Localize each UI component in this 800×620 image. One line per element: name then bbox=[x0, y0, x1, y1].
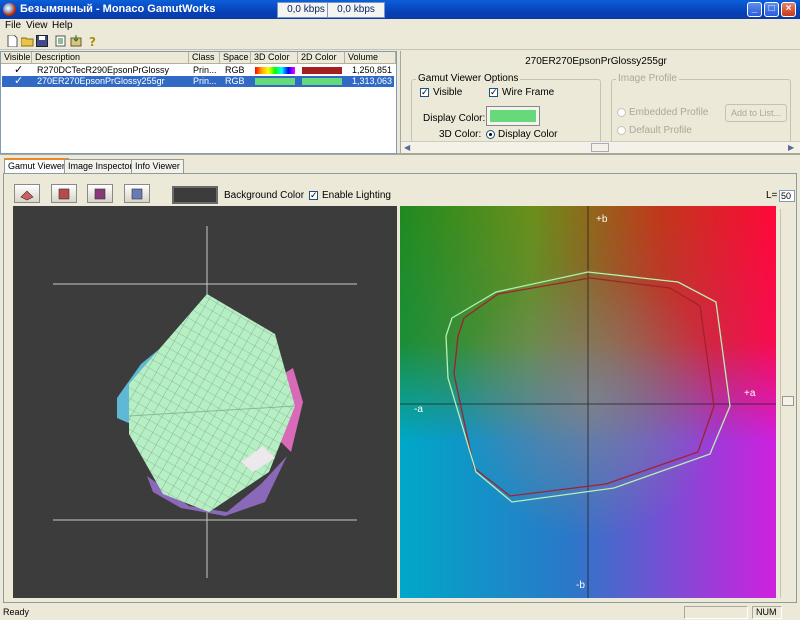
gamut-3d-solid[interactable] bbox=[13, 206, 397, 598]
col-header-class[interactable]: Class bbox=[189, 52, 220, 64]
color3d-label: 3D Color: bbox=[439, 129, 482, 140]
toolbar: ? bbox=[0, 34, 800, 50]
add-to-list-button[interactable]: Add to List... bbox=[725, 104, 787, 122]
maximize-button[interactable]: □ bbox=[764, 2, 779, 17]
wireframe-label: Wire Frame bbox=[502, 87, 555, 98]
axis-minus-a-label: -a bbox=[414, 404, 423, 415]
save-icon[interactable] bbox=[35, 35, 49, 48]
default-profile-label: Default Profile bbox=[629, 125, 692, 136]
embedded-profile-radio[interactable] bbox=[617, 108, 626, 117]
options-pane: 270ER270EpsonPrGlossy255gr Gamut Viewer … bbox=[400, 51, 800, 154]
menu-bar: File View Help bbox=[0, 19, 800, 34]
horizontal-scrollbar[interactable]: ◀ ▶ bbox=[401, 141, 800, 153]
wireframe-checkbox[interactable]: ✓ bbox=[489, 88, 498, 97]
default-profile-radio[interactable] bbox=[617, 126, 626, 135]
visible-label: Visible bbox=[433, 87, 463, 98]
gamut-viewer-options-title: Gamut Viewer Options bbox=[416, 73, 521, 84]
row-space: RGB bbox=[225, 65, 245, 75]
axis-plus-b-label: +b bbox=[596, 214, 608, 225]
gamut-3d-view[interactable] bbox=[13, 206, 397, 598]
properties-icon[interactable] bbox=[54, 35, 68, 48]
tab-bar: Gamut Viewer Image Inspector Info Viewer bbox=[0, 158, 800, 173]
background-color-swatch[interactable] bbox=[172, 186, 218, 204]
open-folder-icon[interactable] bbox=[20, 35, 34, 48]
close-button[interactable]: × bbox=[781, 2, 796, 17]
display-color-swatch bbox=[490, 110, 536, 122]
l-label: L= bbox=[766, 190, 778, 201]
row-volume: 1,250,851 bbox=[352, 65, 393, 75]
new-file-icon[interactable] bbox=[5, 34, 19, 48]
gamut-viewer-panel: Background Color ✓ Enable Lighting L= 50 bbox=[3, 173, 797, 603]
row-2d-color-swatch bbox=[302, 78, 342, 85]
gamut-2d-slice[interactable] bbox=[400, 206, 776, 598]
scroll-left-icon[interactable]: ◀ bbox=[404, 143, 410, 152]
enable-lighting-label: Enable Lighting bbox=[322, 190, 391, 201]
menu-file[interactable]: File bbox=[5, 20, 21, 31]
selected-profile-name: 270ER270EpsonPrGlossy255gr bbox=[525, 56, 667, 67]
tab-info-viewer[interactable]: Info Viewer bbox=[131, 159, 184, 173]
view-top-icon[interactable] bbox=[124, 184, 150, 203]
col-header-space[interactable]: Space bbox=[220, 52, 251, 64]
row-volume: 1,313,063 bbox=[352, 76, 393, 86]
top-panel: Visible Description Class Space 3D Color… bbox=[0, 51, 800, 155]
col-header-2d-color[interactable]: 2D Color bbox=[298, 52, 345, 64]
visible-checkbox[interactable]: ✓ bbox=[420, 88, 429, 97]
col-header-description[interactable]: Description bbox=[32, 52, 189, 64]
tab-image-inspector[interactable]: Image Inspector bbox=[64, 159, 137, 173]
table-row[interactable]: ✓ 270ER270EpsonPrGlossy255gr Prin... RGB… bbox=[2, 76, 394, 87]
visible-check-icon[interactable]: ✓ bbox=[14, 65, 23, 75]
net-out-indicator: 0,0 kbps bbox=[327, 2, 385, 18]
window-title: Безымянный - Monaco GamutWorks bbox=[20, 3, 216, 15]
axis-plus-a-label: +a bbox=[744, 388, 756, 399]
row-description: R270DCTecR290EpsonPrGlossy bbox=[37, 65, 170, 75]
l-slider-thumb[interactable] bbox=[782, 396, 794, 406]
profile-list[interactable]: Visible Description Class Space 3D Color… bbox=[0, 51, 397, 154]
row-description: 270ER270EpsonPrGlossy255gr bbox=[37, 76, 165, 86]
row-2d-color-swatch bbox=[302, 67, 342, 74]
l-value-input[interactable]: 50 bbox=[779, 190, 795, 202]
svg-text:?: ? bbox=[89, 35, 96, 47]
row-3d-color-swatch bbox=[255, 78, 295, 85]
menu-view[interactable]: View bbox=[26, 20, 48, 31]
col-header-3d-color[interactable]: 3D Color bbox=[251, 52, 298, 64]
scroll-right-icon[interactable]: ▶ bbox=[788, 143, 794, 152]
display-color-option: Display Color bbox=[498, 129, 558, 140]
title-bar: Безымянный - Monaco GamutWorks 0,0 kbps … bbox=[0, 0, 800, 19]
row-3d-color-swatch bbox=[255, 67, 295, 74]
image-profile-title: Image Profile bbox=[616, 73, 679, 84]
visible-check-icon[interactable]: ✓ bbox=[14, 76, 23, 86]
background-color-label: Background Color bbox=[224, 190, 305, 201]
col-header-volume[interactable]: Volume bbox=[345, 52, 396, 64]
col-header-visible[interactable]: Visible bbox=[1, 52, 32, 64]
help-icon[interactable]: ? bbox=[86, 35, 100, 49]
view-rotate-icon[interactable] bbox=[14, 184, 40, 203]
display-color-button[interactable] bbox=[486, 106, 540, 126]
l-slider[interactable] bbox=[780, 209, 794, 598]
view-front-icon[interactable] bbox=[51, 184, 77, 203]
status-text: Ready bbox=[3, 607, 30, 617]
row-class: Prin... bbox=[193, 76, 217, 86]
gamut-2d-slice-view[interactable]: +b -b +a -a bbox=[400, 206, 776, 598]
table-row[interactable]: ✓ R270DCTecR290EpsonPrGlossy Prin... RGB… bbox=[2, 65, 394, 76]
view-side-icon[interactable] bbox=[87, 184, 113, 203]
menu-help[interactable]: Help bbox=[52, 20, 73, 31]
tab-gamut-viewer[interactable]: Gamut Viewer bbox=[4, 158, 69, 173]
display-color-radio[interactable] bbox=[486, 130, 495, 139]
minimize-button[interactable]: _ bbox=[747, 2, 762, 17]
axis-minus-b-label: -b bbox=[576, 580, 585, 591]
enable-lighting-checkbox[interactable]: ✓ bbox=[309, 191, 318, 200]
row-space: RGB bbox=[225, 76, 245, 86]
display-color-label: Display Color: bbox=[423, 113, 486, 124]
import-icon[interactable] bbox=[69, 35, 83, 48]
app-icon bbox=[3, 3, 16, 16]
status-panel bbox=[684, 606, 748, 619]
row-class: Prin... bbox=[193, 65, 217, 75]
status-bar: Ready NUM bbox=[0, 605, 800, 620]
num-lock-indicator: NUM bbox=[752, 606, 782, 619]
scroll-thumb[interactable] bbox=[591, 143, 609, 152]
embedded-profile-label: Embedded Profile bbox=[629, 107, 709, 118]
